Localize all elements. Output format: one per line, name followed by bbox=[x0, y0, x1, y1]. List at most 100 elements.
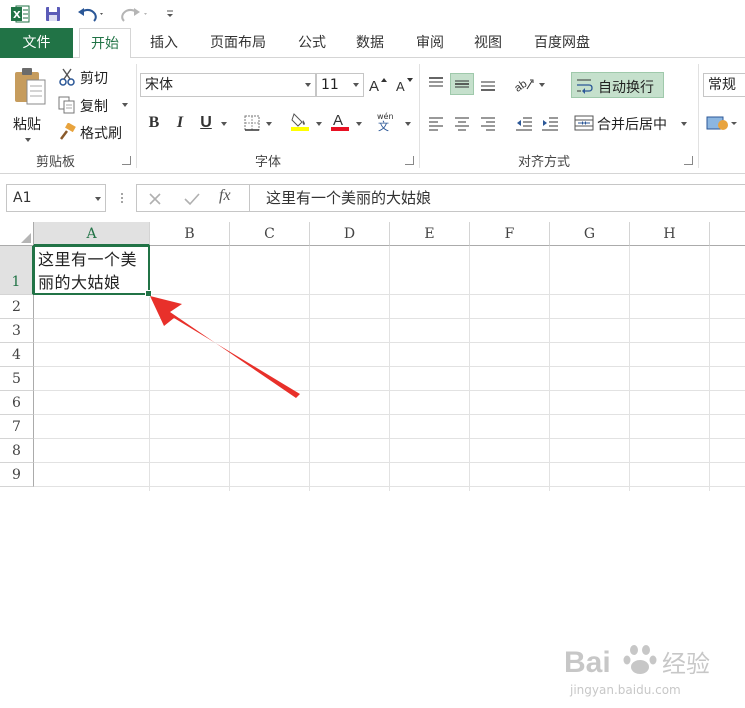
chevron-down-icon[interactable] bbox=[221, 122, 227, 126]
italic-button[interactable]: I bbox=[168, 112, 192, 134]
tab-baidu-netdisk[interactable]: 百度网盘 bbox=[522, 28, 602, 58]
wrap-text-label: 自动换行 bbox=[598, 80, 654, 96]
align-left-icon[interactable] bbox=[424, 112, 448, 134]
worksheet-grid[interactable]: A B C D E F G H 1 2 3 4 5 6 7 8 9 这里有一个美… bbox=[0, 222, 745, 697]
group-divider bbox=[136, 64, 137, 168]
baidu-jingyan-watermark: Bai 经验 jingyan.baidu.com bbox=[564, 645, 710, 697]
bold-button[interactable]: B bbox=[142, 112, 166, 134]
format-painter-label: 格式刷 bbox=[80, 126, 122, 142]
cancel-icon[interactable] bbox=[147, 191, 163, 207]
watermark-url: jingyan.baidu.com bbox=[569, 683, 681, 697]
chevron-down-icon[interactable] bbox=[539, 83, 545, 87]
select-all-button[interactable] bbox=[0, 222, 34, 246]
fill-color-icon[interactable] bbox=[288, 110, 312, 132]
phonetic-guide-icon[interactable]: wén 文 bbox=[374, 110, 398, 132]
format-painter-button[interactable]: 格式刷 bbox=[56, 121, 134, 143]
formula-bar-grip-icon[interactable] bbox=[120, 190, 124, 206]
insert-function-button[interactable]: fx bbox=[219, 187, 231, 205]
column-header-f[interactable]: F bbox=[470, 222, 550, 246]
alignment-launcher-icon[interactable] bbox=[684, 156, 693, 165]
customize-icon[interactable] bbox=[162, 3, 178, 25]
gridline bbox=[389, 246, 390, 491]
chevron-down-icon bbox=[25, 138, 31, 142]
borders-icon[interactable] bbox=[240, 112, 264, 134]
wrap-text-button[interactable]: 自动换行 bbox=[571, 72, 664, 98]
row-header-8[interactable]: 8 bbox=[0, 439, 34, 463]
tab-review[interactable]: 审阅 bbox=[406, 28, 454, 58]
chevron-down-icon bbox=[681, 122, 687, 126]
accounting-format-icon[interactable] bbox=[704, 112, 740, 134]
cell-a1[interactable]: 这里有一个美丽的大姑娘 bbox=[33, 245, 150, 295]
tab-view[interactable]: 视图 bbox=[464, 28, 512, 58]
font-size-combo[interactable]: 11 bbox=[316, 73, 364, 97]
enter-icon[interactable] bbox=[183, 191, 201, 207]
merge-center-button[interactable]: 合并后居中 bbox=[571, 110, 693, 136]
paste-button[interactable]: 粘贴 bbox=[8, 66, 52, 146]
name-box[interactable]: A1 bbox=[6, 184, 106, 212]
font-color-glyph: A bbox=[333, 112, 343, 129]
row-header-4[interactable]: 4 bbox=[0, 343, 34, 367]
row-header-7[interactable]: 7 bbox=[0, 415, 34, 439]
tab-formulas[interactable]: 公式 bbox=[288, 28, 336, 58]
watermark-brand: Bai bbox=[564, 646, 611, 679]
undo-icon[interactable] bbox=[74, 3, 108, 25]
copy-label: 复制 bbox=[80, 99, 108, 115]
column-header-g[interactable]: G bbox=[550, 222, 630, 246]
row-header-3[interactable]: 3 bbox=[0, 319, 34, 343]
number-format-combo[interactable]: 常规 bbox=[703, 73, 745, 97]
decrease-indent-icon[interactable] bbox=[512, 112, 536, 134]
increase-indent-icon[interactable] bbox=[538, 112, 562, 134]
gridline bbox=[34, 438, 745, 439]
underline-button[interactable]: U bbox=[194, 112, 218, 134]
copy-button[interactable]: 复制 bbox=[56, 94, 134, 116]
font-launcher-icon[interactable] bbox=[405, 156, 414, 165]
paste-icon bbox=[15, 68, 46, 105]
column-header-partial[interactable] bbox=[710, 222, 745, 246]
tab-data[interactable]: 数据 bbox=[346, 28, 394, 58]
column-header-c[interactable]: C bbox=[230, 222, 310, 246]
middle-align-icon[interactable] bbox=[450, 73, 474, 95]
column-header-b[interactable]: B bbox=[150, 222, 230, 246]
chevron-down-icon[interactable] bbox=[405, 122, 411, 126]
row-header-5[interactable]: 5 bbox=[0, 367, 34, 391]
row-header-9[interactable]: 9 bbox=[0, 463, 34, 487]
row-header-6[interactable]: 6 bbox=[0, 391, 34, 415]
column-header-d[interactable]: D bbox=[310, 222, 390, 246]
top-align-icon[interactable] bbox=[424, 73, 448, 95]
align-center-icon[interactable] bbox=[450, 112, 474, 134]
merge-center-icon bbox=[574, 115, 594, 131]
clipboard-launcher-icon[interactable] bbox=[122, 156, 131, 165]
gridline bbox=[709, 246, 710, 491]
gridline bbox=[469, 246, 470, 491]
tab-file[interactable]: 文件 bbox=[0, 28, 73, 58]
chevron-down-icon[interactable] bbox=[356, 122, 362, 126]
chevron-down-icon bbox=[122, 103, 128, 107]
chevron-down-icon[interactable] bbox=[316, 122, 322, 126]
bottom-align-icon[interactable] bbox=[476, 73, 500, 95]
chevron-down-icon[interactable] bbox=[266, 122, 272, 126]
ribbon-home: 粘贴 剪切 复制 格式刷 剪贴板 宋体 11 A A B I U A wén 文… bbox=[0, 58, 745, 174]
font-group-label: 字体 bbox=[255, 155, 282, 170]
tab-page-layout[interactable]: 页面布局 bbox=[200, 28, 276, 58]
font-name-combo[interactable]: 宋体 bbox=[140, 73, 316, 97]
save-icon[interactable] bbox=[42, 3, 64, 25]
font-color-icon[interactable]: A bbox=[328, 110, 352, 132]
column-header-a[interactable]: A bbox=[34, 222, 150, 246]
cut-button[interactable]: 剪切 bbox=[56, 66, 134, 88]
decrease-font-size-icon[interactable]: A bbox=[392, 74, 416, 96]
align-right-icon[interactable] bbox=[476, 112, 500, 134]
row-header-2[interactable]: 2 bbox=[0, 295, 34, 319]
tab-insert[interactable]: 插入 bbox=[140, 28, 188, 58]
orientation-icon[interactable]: ab bbox=[512, 73, 536, 95]
redo-icon[interactable] bbox=[118, 3, 152, 25]
tab-home[interactable]: 开始 bbox=[79, 28, 131, 59]
column-header-e[interactable]: E bbox=[390, 222, 470, 246]
row-header-1[interactable]: 1 bbox=[0, 246, 34, 295]
formula-input[interactable]: 这里有一个美丽的大姑娘 bbox=[249, 184, 745, 212]
gridline bbox=[549, 246, 550, 491]
paintbrush-icon bbox=[60, 123, 76, 140]
paw-icon bbox=[623, 645, 657, 674]
font-name-value: 宋体 bbox=[145, 77, 173, 93]
increase-font-size-icon[interactable]: A bbox=[366, 74, 390, 96]
column-header-h[interactable]: H bbox=[630, 222, 710, 246]
